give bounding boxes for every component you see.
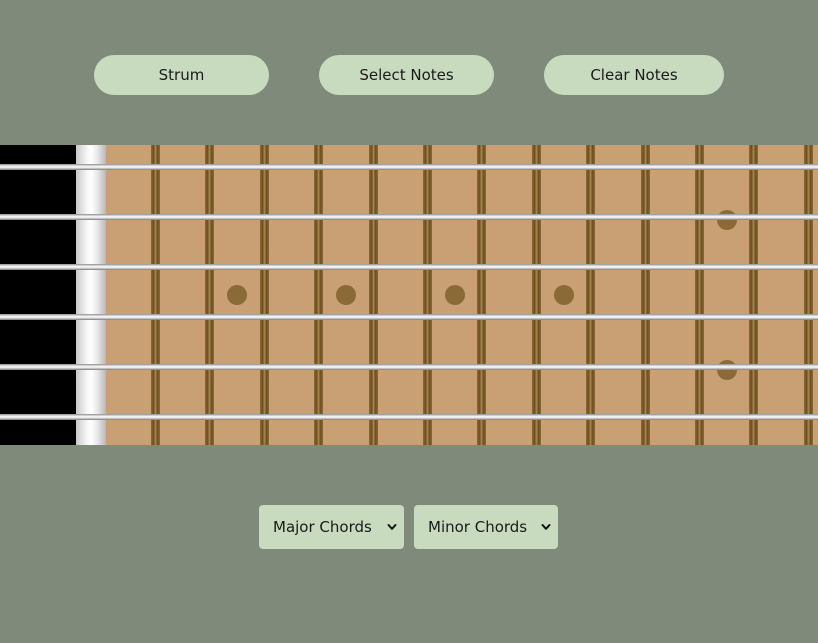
fret-wire — [151, 145, 160, 445]
strum-button[interactable]: Strum — [94, 55, 269, 95]
fret-wire — [477, 145, 487, 445]
major-chords-selected-value: Major Chords — [273, 518, 372, 536]
chevron-down-icon — [541, 524, 551, 530]
fret-wire — [531, 145, 541, 445]
fret-wire — [314, 145, 324, 445]
fret-wire — [423, 145, 432, 445]
fret-inlay-dot — [716, 210, 737, 230]
nut — [76, 145, 106, 445]
guitar-string[interactable] — [0, 414, 818, 420]
fret-inlay-dot — [227, 285, 248, 305]
fret-wire — [803, 145, 813, 445]
guitar-string[interactable] — [0, 264, 818, 270]
select-notes-button[interactable]: Select Notes — [319, 55, 494, 95]
chevron-down-icon — [387, 524, 397, 530]
fret-inlay-dot — [716, 360, 737, 380]
fret-wire — [749, 145, 759, 445]
fret-wire — [640, 145, 650, 445]
fret-wire — [205, 145, 215, 445]
minor-chords-select[interactable]: Minor Chords — [414, 505, 558, 549]
headstock — [0, 145, 76, 445]
clear-notes-button[interactable]: Clear Notes — [544, 55, 724, 95]
fret-wire — [368, 145, 378, 445]
guitar-string[interactable] — [0, 364, 818, 370]
fret-wire — [695, 145, 704, 445]
minor-chords-selected-value: Minor Chords — [428, 518, 528, 536]
major-chords-select[interactable]: Major Chords — [259, 505, 404, 549]
fret-inlay-dot — [553, 285, 574, 305]
fretboard[interactable] — [0, 145, 818, 445]
fret-inlay-dot — [335, 285, 356, 305]
fret-inlay-dot — [444, 285, 465, 305]
fret-wire — [586, 145, 596, 445]
guitar-string[interactable] — [0, 164, 818, 170]
guitar-string[interactable] — [0, 314, 818, 320]
guitar-app: Strum Select Notes Clear Notes Major Cho… — [0, 0, 818, 643]
fret-wire — [259, 145, 269, 445]
guitar-string[interactable] — [0, 214, 818, 220]
